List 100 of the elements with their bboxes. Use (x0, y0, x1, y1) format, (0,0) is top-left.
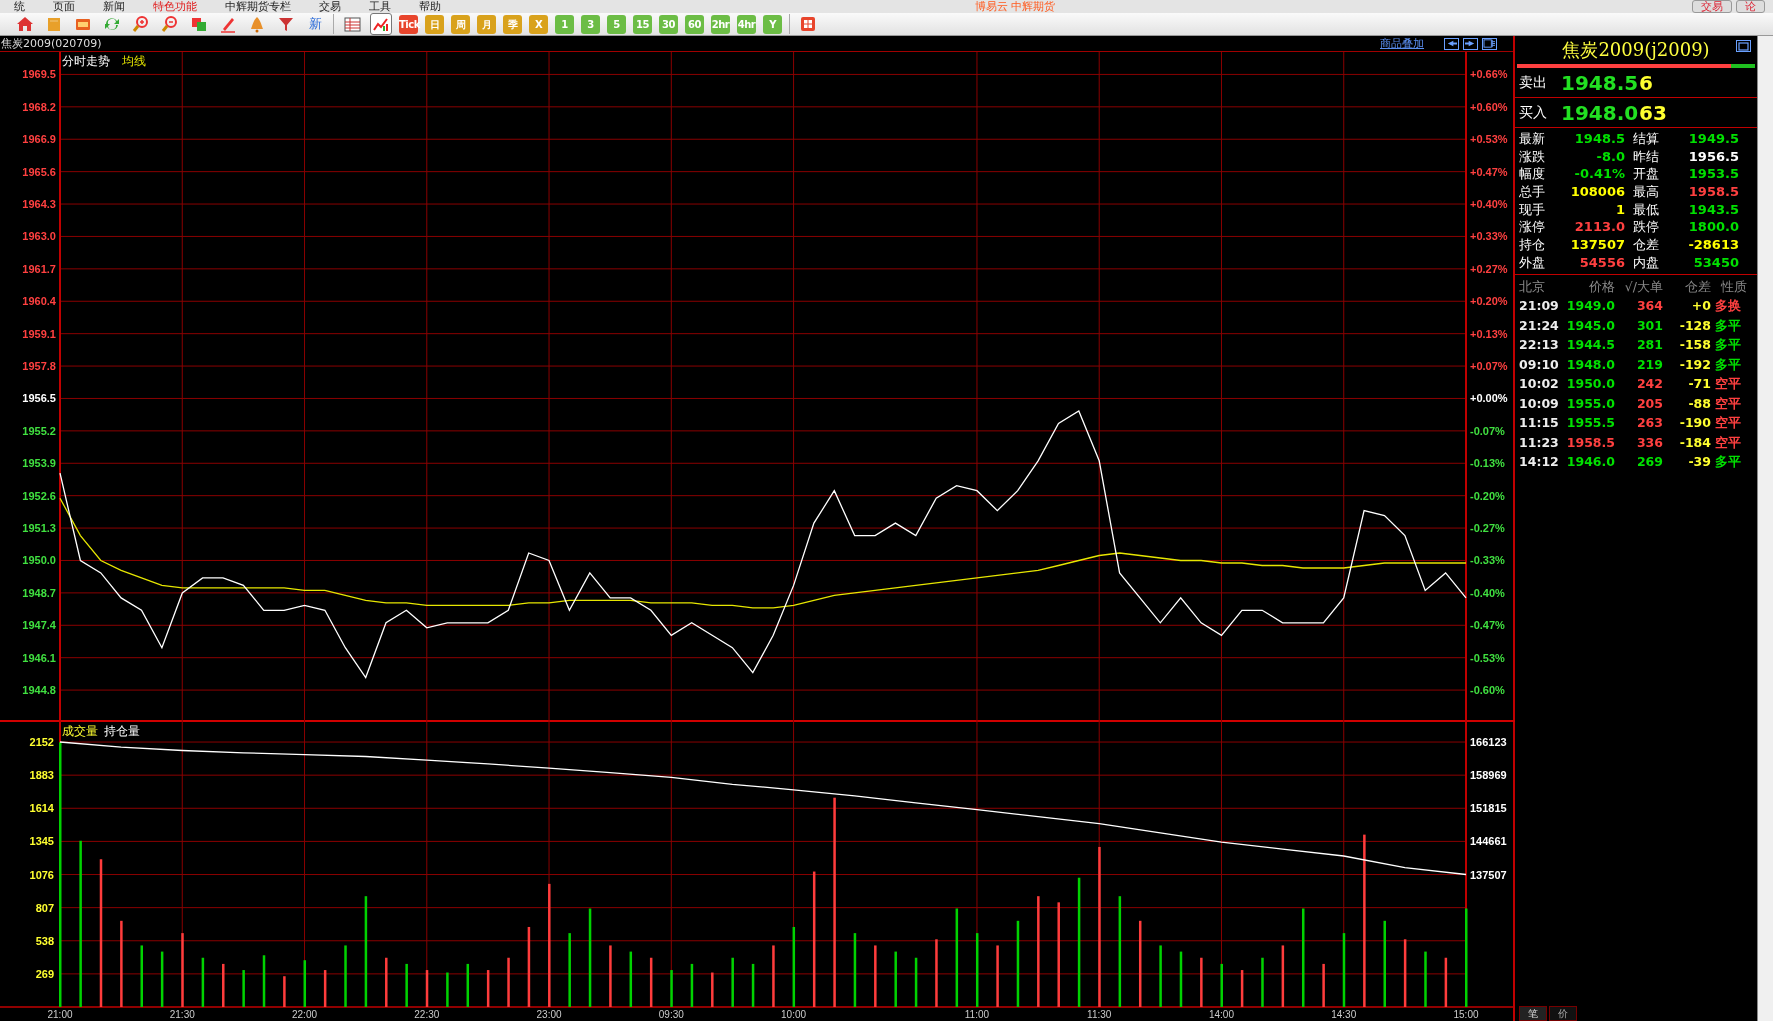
stat-label: 仓差 (1633, 236, 1660, 254)
table-cell-text: -192 (1678, 355, 1711, 374)
chart-nav-button[interactable] (1444, 37, 1459, 50)
view-button[interactable] (370, 13, 392, 35)
column-header: 仓差 (1684, 277, 1711, 296)
menu-item[interactable]: 页面 (39, 0, 89, 13)
stat-value: 53450 (1692, 253, 1739, 272)
table-cell-text: -184 (1678, 433, 1711, 452)
table-cell-text: 22:13 (1519, 336, 1560, 354)
stat-label: 持仓 (1519, 236, 1546, 254)
volume-bar (935, 939, 938, 1007)
volume-bar (670, 970, 673, 1007)
menu-button[interactable]: 交易 (1692, 0, 1732, 13)
table-cell-text: 空平 (1715, 414, 1742, 432)
right-arrow-icon (1464, 38, 1477, 49)
axis-label: 1956.5 (22, 392, 56, 405)
menu-button[interactable]: 论 (1736, 0, 1765, 13)
table-cell-text: 1955.0 (1565, 394, 1615, 413)
menu-item[interactable]: 中辉期货专栏 (211, 0, 305, 13)
menu-item[interactable]: 交易 (305, 0, 355, 13)
contract-title: 焦炭2009(j2009) (1562, 39, 1710, 60)
stat-label: 昨结 (1633, 147, 1660, 166)
axis-label: +0.53% (1470, 133, 1508, 146)
period-button[interactable]: 4hr (737, 14, 756, 34)
period-button[interactable]: 1 (555, 14, 574, 34)
table-cell-text: 1948.0 (1565, 355, 1615, 374)
zoom-out-icon (161, 15, 179, 33)
axis-label: 1950.0 (22, 554, 56, 567)
menu-item[interactable]: 统 (0, 0, 39, 13)
stat-value: 54556 (1578, 253, 1625, 272)
time-label: 21:30 (169, 1009, 195, 1020)
stat-value: 1800.0 (1687, 218, 1739, 237)
volume-bar (914, 957, 918, 1007)
axis-label: 1345 (29, 835, 54, 848)
period-button[interactable]: 2hr (711, 14, 730, 34)
menu-item[interactable]: 特色功能 (139, 0, 211, 13)
axis-label: 1076 (29, 868, 54, 881)
axis-label: 158969 (1470, 769, 1507, 782)
table-cell-text: 11:15 (1519, 414, 1560, 432)
table-cell-text: 1945.0 (1565, 316, 1615, 335)
axis-label: 1961.7 (22, 262, 56, 275)
table-cell-text: 281 (1635, 336, 1663, 354)
table-cell-text: 219 (1635, 355, 1663, 374)
table-cell-text: 14:12 (1519, 453, 1560, 471)
table-cell-text: 10:09 (1519, 394, 1560, 413)
period-button[interactable]: 30 (659, 14, 678, 34)
volume-bar (609, 945, 612, 1007)
bell-icon (248, 15, 266, 33)
new-button[interactable]: 新 (304, 13, 326, 35)
table-cell-text: -88 (1687, 394, 1711, 413)
table-cell-text: -71 (1687, 375, 1711, 393)
axis-label: 1948.7 (22, 586, 56, 599)
table-cell-text: 21:24 (1519, 316, 1560, 335)
volume-bar (486, 970, 490, 1007)
column-header: 价格 (1588, 277, 1615, 296)
period-button[interactable]: 周 (451, 14, 470, 34)
menu-item[interactable]: 新闻 (89, 0, 139, 13)
stat-value: -28613 (1687, 236, 1739, 254)
period-button[interactable]: 5 (607, 14, 626, 34)
table-cell-text: 09:10 (1519, 355, 1560, 374)
panel-tab[interactable]: 价 (1549, 1006, 1577, 1021)
period-button[interactable]: 60 (685, 14, 704, 34)
period-button[interactable]: Y (763, 14, 782, 34)
menu-item[interactable]: 工具 (355, 0, 405, 13)
axis-label: +0.00% (1470, 392, 1508, 405)
chart-nav-button[interactable] (1482, 37, 1497, 50)
axis-label: 1960.4 (22, 295, 56, 308)
volume-bar (731, 957, 734, 1007)
table-cell-text: -158 (1678, 336, 1711, 354)
overlay-link[interactable]: 商品叠加 (1380, 35, 1424, 52)
axis-label: 1959.1 (22, 327, 56, 340)
period-button[interactable]: 季 (503, 14, 522, 34)
stat-label: 幅度 (1519, 165, 1546, 184)
zoom-in-icon (132, 15, 150, 33)
menu-item[interactable]: 帮助 (405, 0, 455, 13)
table-cell-text: 多平 (1715, 336, 1742, 354)
volume-bar (1240, 970, 1244, 1007)
table-cell-text: 空平 (1715, 433, 1742, 452)
chart-title: 成交量 (62, 724, 98, 738)
volume-bar (385, 957, 388, 1007)
axis-label: -0.20% (1470, 489, 1505, 502)
scrollbar[interactable] (1757, 36, 1773, 1021)
table-cell-text: -39 (1687, 453, 1711, 471)
volume-bar (323, 970, 327, 1007)
period-button[interactable]: 3 (581, 14, 600, 34)
table-cell-text: 空平 (1715, 375, 1742, 393)
axis-label: 2152 (29, 736, 54, 749)
period-button[interactable]: X (529, 14, 548, 34)
axis-label: 1947.4 (22, 619, 56, 632)
volume-bar (160, 951, 164, 1007)
stat-value: 1949.5 (1687, 130, 1739, 148)
panel-tab[interactable]: 笔 (1519, 1006, 1547, 1021)
restore-button[interactable] (1736, 40, 1751, 52)
chart-nav-button[interactable] (1463, 37, 1478, 50)
period-button[interactable]: 日 (425, 14, 444, 34)
period-button[interactable]: 15 (633, 14, 652, 34)
period-button[interactable]: 月 (477, 14, 496, 34)
table-cell-text: 269 (1635, 453, 1663, 471)
volume-bar (222, 963, 225, 1007)
volume-bar (629, 951, 633, 1007)
